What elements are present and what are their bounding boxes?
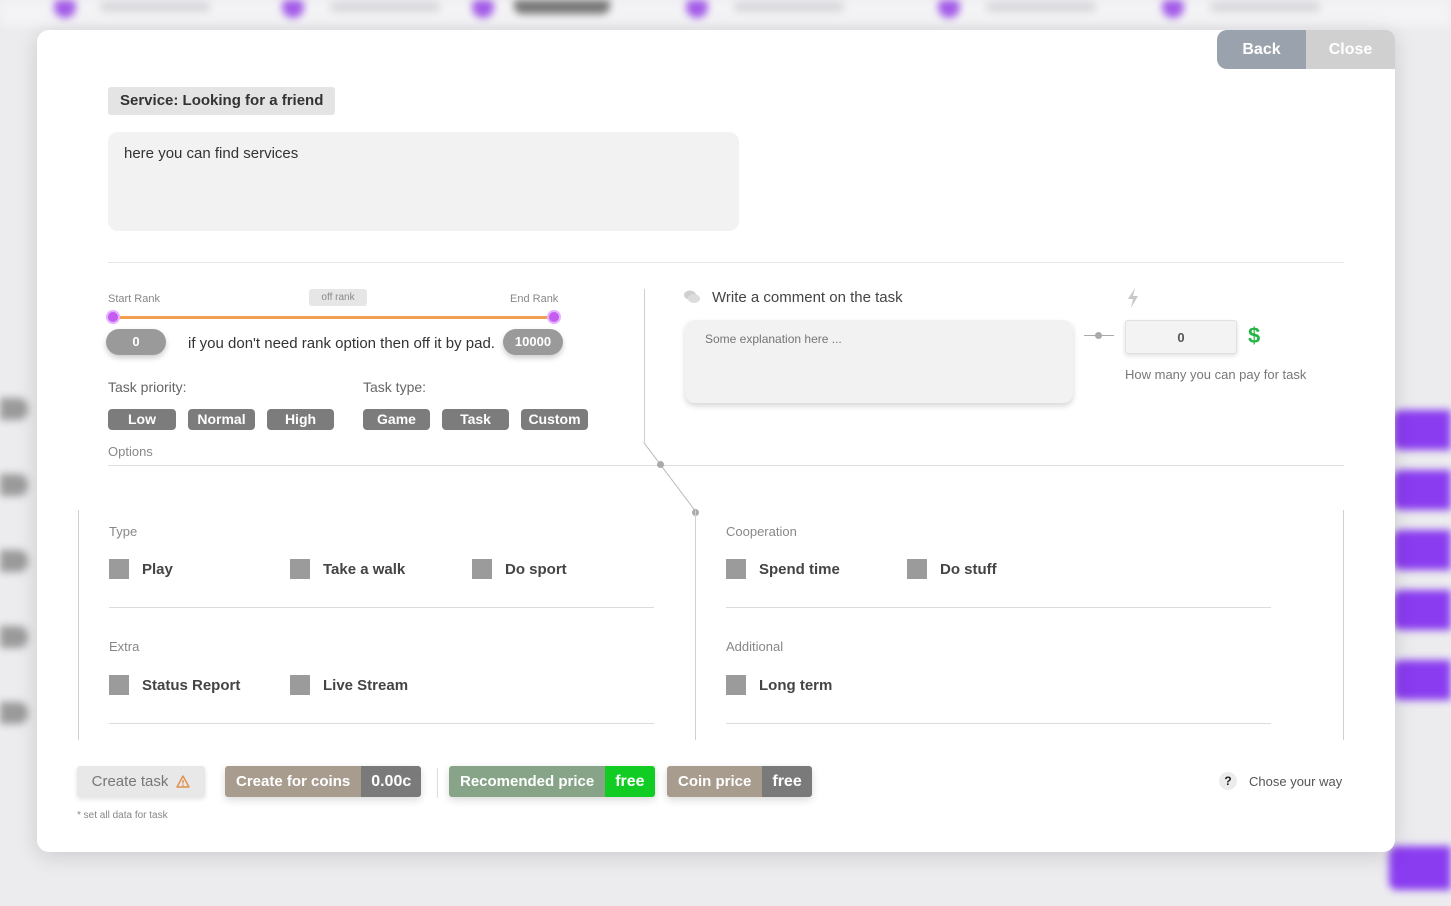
coin-price-label: Coin price [667,766,763,797]
connector-node [657,461,664,468]
task-priority-label: Task priority: [108,379,187,395]
option-do-stuff[interactable]: Do stuff [907,559,997,579]
options-label: Options [108,444,153,459]
coin-price-value: free [762,766,812,797]
comment-title: Write a comment on the task [712,289,903,306]
checkbox[interactable] [290,675,310,695]
option-label: Live Stream [323,676,409,694]
end-rank-handle[interactable] [547,310,561,324]
create-task-button[interactable]: Create task [77,766,205,797]
group-additional-title: Additional [726,639,784,654]
priority-high-chip[interactable]: High [267,409,334,430]
type-task-chip[interactable]: Task [442,409,509,430]
help-label: Chose your way [1249,773,1343,789]
options-border-right [1343,510,1344,740]
link-connector [1084,332,1114,339]
option-label: Spend time [759,560,840,578]
option-status-report[interactable]: Status Report [109,675,240,695]
checkbox[interactable] [109,559,129,579]
option-label: Play [142,560,173,578]
coin-price-badge: Coin price free [667,766,812,797]
task-type-label: Task type: [363,379,427,395]
checkbox[interactable] [109,675,129,695]
options-border-middle [695,510,696,740]
options-divider [108,465,1344,466]
option-long-term[interactable]: Long term [726,675,832,695]
option-take-a-walk[interactable]: Take a walk [290,559,405,579]
recommended-price-value: free [605,766,655,797]
checkbox[interactable] [726,675,746,695]
create-for-coins-button[interactable]: Create for coins 0.00c [225,766,422,797]
group-divider [109,607,654,608]
service-tag: Service: Looking for a friend [108,87,336,115]
modal-controls: Back Close [1217,30,1395,69]
help-icon: ? [1219,772,1237,790]
bolt-icon [1128,288,1138,308]
end-rank-label: End Rank [510,293,559,305]
group-divider [726,607,1271,608]
option-live-stream[interactable]: Live Stream [290,675,408,695]
checkbox[interactable] [290,559,310,579]
pay-hint: How many you can pay for task [1125,367,1307,382]
option-label: Do sport [505,560,567,578]
group-divider [109,723,654,724]
coins-amount: 0.00c [361,766,422,797]
options-border-left [78,510,79,740]
rank-hint: if you don't need rank option then off i… [188,335,495,352]
create-task-label: Create task [91,773,169,790]
checkbox[interactable] [726,559,746,579]
option-do-sport[interactable]: Do sport [472,559,567,579]
recommended-price-label: Recomended price [449,766,606,797]
start-rank-handle[interactable] [106,310,120,324]
group-type-title: Type [109,524,138,539]
off-rank-toggle[interactable]: off rank [309,289,367,306]
group-divider [726,723,1271,724]
type-custom-chip[interactable]: Custom [521,409,588,430]
rank-slider-track[interactable] [113,316,554,319]
option-label: Do stuff [940,560,997,578]
service-description: here you can find services [108,132,739,231]
dollar-icon: $ [1248,323,1261,348]
start-rank-label: Start Rank [108,293,160,305]
option-play[interactable]: Play [109,559,173,579]
type-game-chip[interactable]: Game [363,409,430,430]
group-extra-title: Extra [109,639,140,654]
divider [108,262,1344,263]
end-rank-value: 10000 [503,329,563,355]
footer-separator [437,768,438,798]
option-spend-time[interactable]: Spend time [726,559,840,579]
checkbox[interactable] [472,559,492,579]
comment-input[interactable] [685,320,1073,403]
comment-icon [684,290,700,303]
option-label: Status Report [142,676,241,694]
priority-normal-chip[interactable]: Normal [188,409,255,430]
group-cooperation-title: Cooperation [726,524,797,539]
connector-line [644,289,645,442]
help-link[interactable]: ? Chose your way [1219,772,1342,790]
option-label: Long term [759,676,833,694]
create-task-modal: Back Close Service: Looking for a friend… [37,30,1395,852]
create-for-coins-label: Create for coins [225,766,362,797]
start-rank-value: 0 [106,329,166,355]
close-button[interactable]: Close [1306,30,1395,69]
checkbox[interactable] [907,559,927,579]
option-label: Take a walk [323,560,406,578]
create-note: * set all data for task [77,810,168,821]
back-button[interactable]: Back [1217,30,1306,69]
connector-diagonal [643,442,696,511]
warning-icon [176,775,191,788]
recommended-price-badge: Recomended price free [449,766,655,797]
priority-low-chip[interactable]: Low [108,409,176,430]
pay-amount-input[interactable] [1125,320,1237,354]
